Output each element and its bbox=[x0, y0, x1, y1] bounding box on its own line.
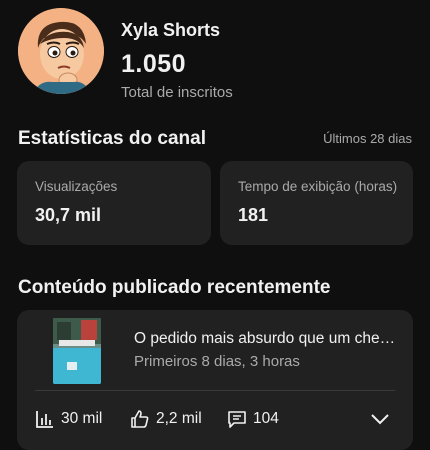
likes-metric: 2,2 mil bbox=[130, 409, 202, 429]
recent-content-title: Conteúdo publicado recentemente bbox=[18, 277, 331, 298]
comment-icon bbox=[228, 411, 246, 428]
subscriber-label: Total de inscritos bbox=[121, 84, 233, 101]
likes-metric-value: 2,2 mil bbox=[156, 410, 202, 427]
subscriber-count: 1.050 bbox=[121, 50, 187, 78]
views-metric-value: 30 mil bbox=[61, 410, 103, 427]
views-card[interactable]: Visualizações 30,7 mil bbox=[17, 161, 211, 245]
cartoon-avatar-icon[interactable] bbox=[18, 8, 104, 94]
watch-time-card[interactable]: Tempo de exibição (horas) 181 bbox=[220, 161, 413, 245]
channel-name: Xyla Shorts bbox=[121, 20, 221, 40]
recent-video-card[interactable]: O pedido mais absurdo que um chef recebe… bbox=[17, 310, 413, 450]
divider bbox=[35, 390, 395, 391]
video-thumbnail[interactable] bbox=[53, 318, 101, 384]
comments-metric: 104 bbox=[227, 409, 279, 429]
views-metric: 30 mil bbox=[35, 409, 102, 429]
channel-header: Xyla Shorts 1.050 Total de inscritos bbox=[18, 8, 418, 101]
stats-period: Últimos 28 dias bbox=[323, 131, 412, 146]
comments-metric-value: 104 bbox=[253, 410, 279, 427]
watch-time-value: 181 bbox=[238, 205, 269, 225]
views-value: 30,7 mil bbox=[35, 205, 102, 225]
video-title: O pedido mais absurdo que um chef recebe… bbox=[134, 330, 399, 347]
watch-time-label: Tempo de exibição (horas) bbox=[238, 179, 398, 194]
video-timeframe: Primeiros 8 dias, 3 horas bbox=[134, 353, 300, 370]
bar-chart-icon bbox=[36, 411, 53, 428]
chevron-down-icon[interactable] bbox=[370, 412, 390, 426]
stats-section-title: Estatísticas do canal bbox=[18, 128, 206, 149]
thumbs-up-icon bbox=[131, 410, 149, 428]
views-label: Visualizações bbox=[35, 179, 118, 194]
